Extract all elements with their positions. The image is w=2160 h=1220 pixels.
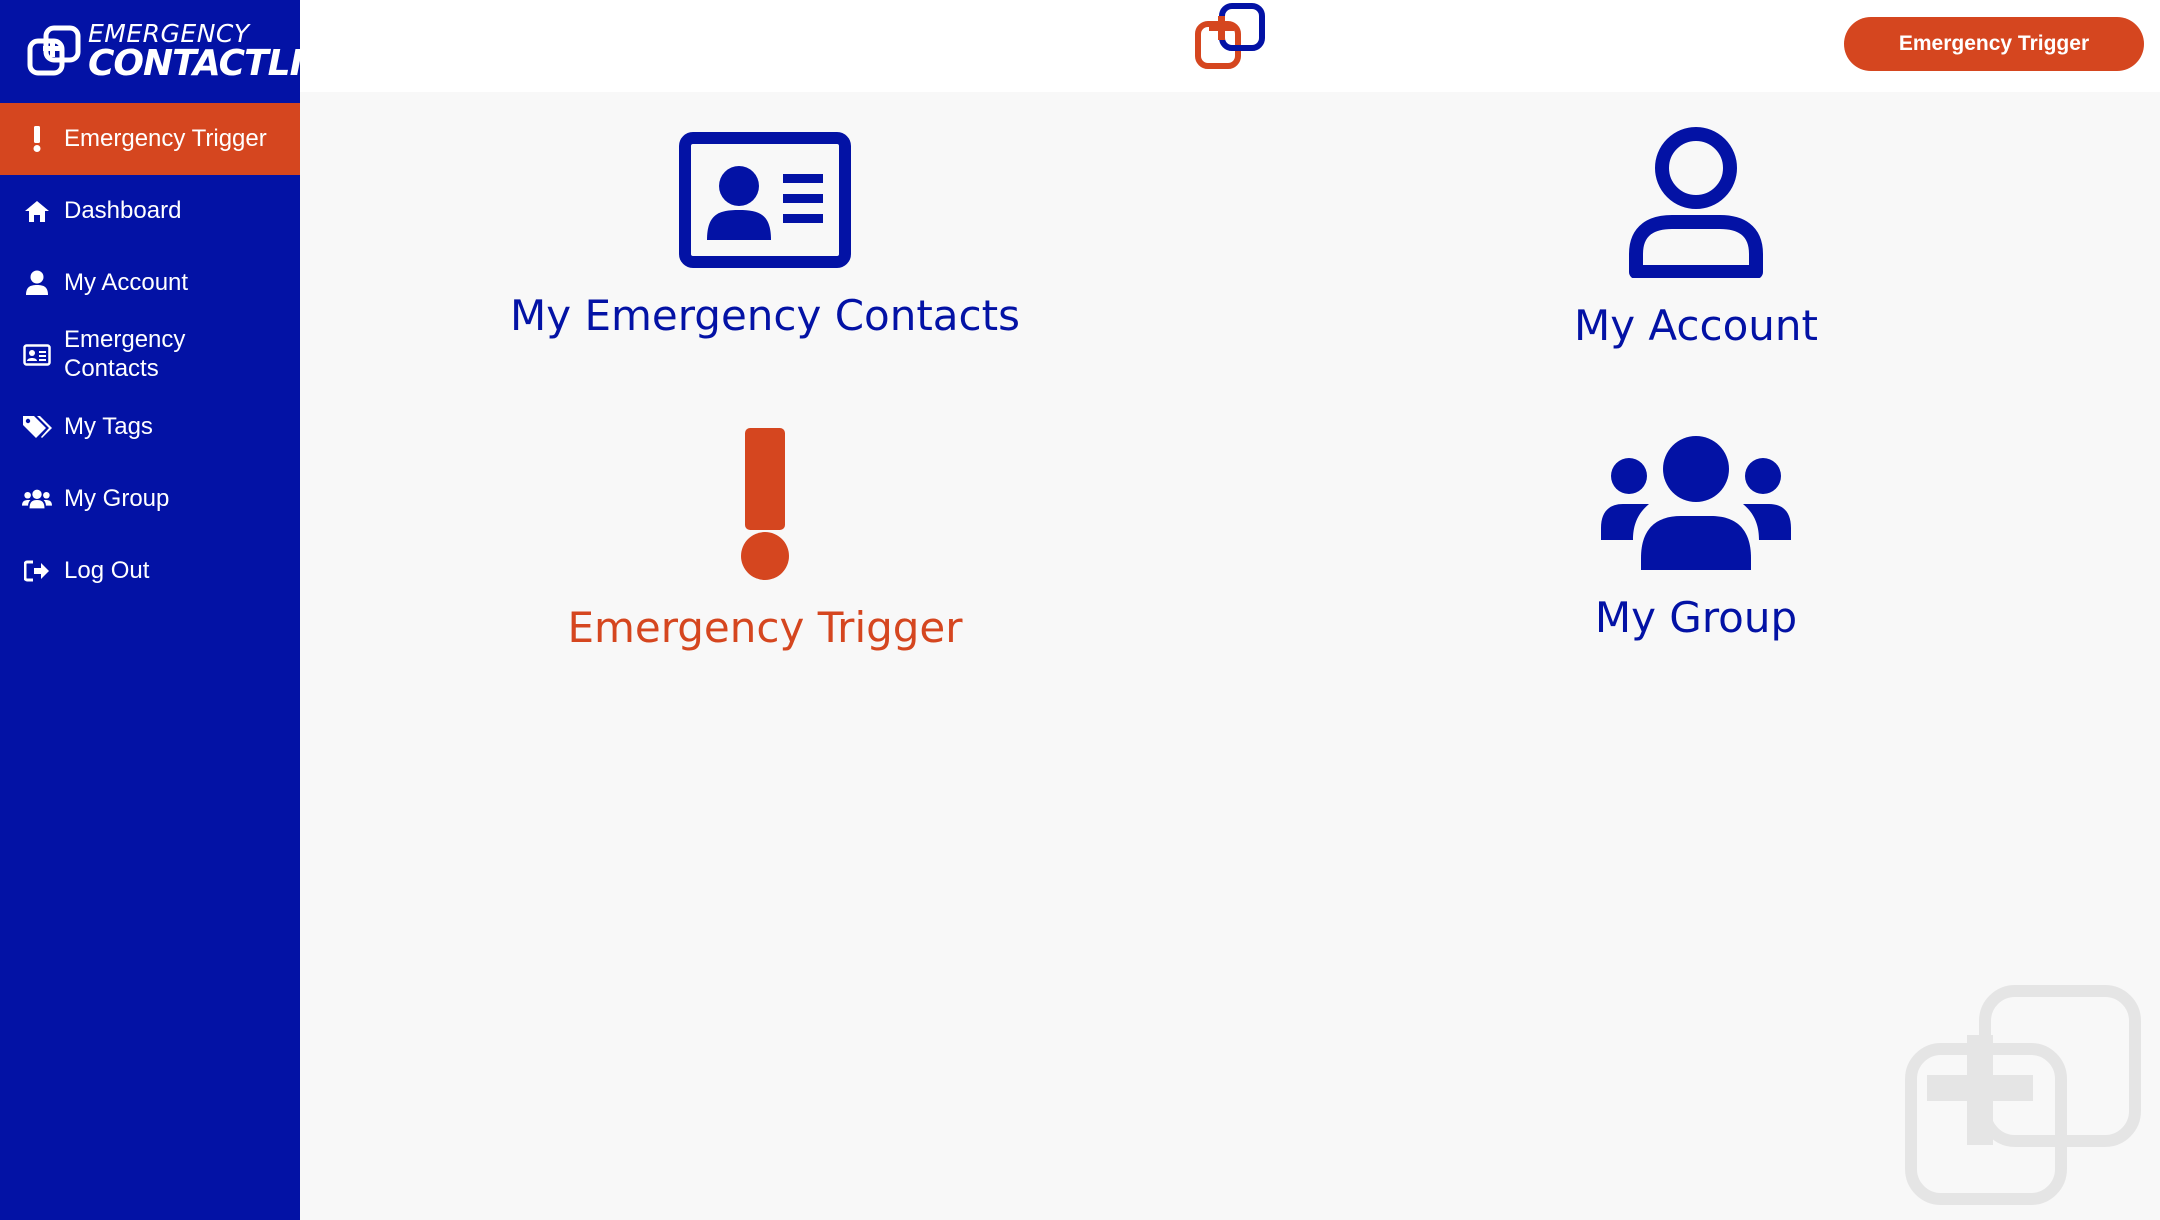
sidebar-item-label: My Tags — [64, 412, 153, 440]
sidebar-item-label: Log Out — [64, 556, 150, 584]
tile-emergency-trigger[interactable]: Emergency Trigger — [465, 426, 1065, 652]
watermark-logo-icon — [1905, 985, 2155, 1220]
emergency-trigger-button[interactable]: Emergency Trigger — [1844, 17, 2144, 71]
sidebar-item-label: My Group — [64, 484, 170, 512]
exclamation-icon — [22, 124, 52, 154]
tile-label: My Account — [1573, 301, 1819, 350]
home-icon — [22, 196, 52, 226]
tile-label: My Group — [1594, 593, 1798, 642]
logo-mark-icon — [26, 25, 84, 79]
sidebar-item-label: Dashboard — [64, 196, 182, 224]
users-icon — [22, 484, 52, 514]
sidebar-item-label: Emergency Trigger — [64, 124, 267, 152]
id-card-icon — [465, 132, 1065, 273]
sidebar: EMERGENCY CONTACTLINK Emergency Trigger … — [0, 0, 359, 1220]
sidebar-item-my-tags[interactable]: My Tags — [0, 391, 300, 463]
sidebar-item-log-out[interactable]: Log Out — [0, 535, 300, 607]
user-icon — [1396, 126, 1996, 283]
tile-my-group[interactable]: My Group — [1396, 436, 1996, 642]
tile-my-account[interactable]: My Account — [1396, 126, 1996, 350]
sign-out-icon — [22, 556, 52, 586]
exclamation-icon — [465, 426, 1065, 585]
top-bar: Emergency Trigger — [300, 0, 2160, 92]
sidebar-item-label: My Account — [64, 268, 189, 296]
sidebar-item-emergency-contacts[interactable]: Emergency Contacts — [0, 319, 300, 391]
tile-label: Emergency Trigger — [567, 603, 963, 652]
brand-logo[interactable]: EMERGENCY CONTACTLINK — [0, 0, 359, 103]
id-card-icon — [22, 340, 52, 370]
users-icon — [1396, 436, 1996, 575]
sidebar-item-dashboard[interactable]: Dashboard — [0, 175, 300, 247]
tags-icon — [22, 412, 52, 442]
tile-my-emergency-contacts[interactable]: My Emergency Contacts — [465, 132, 1065, 340]
tile-label: My Emergency Contacts — [510, 291, 1020, 340]
logo-mark-icon[interactable] — [1192, 2, 1272, 79]
sidebar-item-label: Emergency Contacts — [64, 326, 186, 382]
sidebar-item-my-group[interactable]: My Group — [0, 463, 300, 535]
user-icon — [22, 268, 52, 298]
sidebar-item-emergency-trigger[interactable]: Emergency Trigger — [0, 103, 300, 175]
sidebar-item-my-account[interactable]: My Account — [0, 247, 300, 319]
